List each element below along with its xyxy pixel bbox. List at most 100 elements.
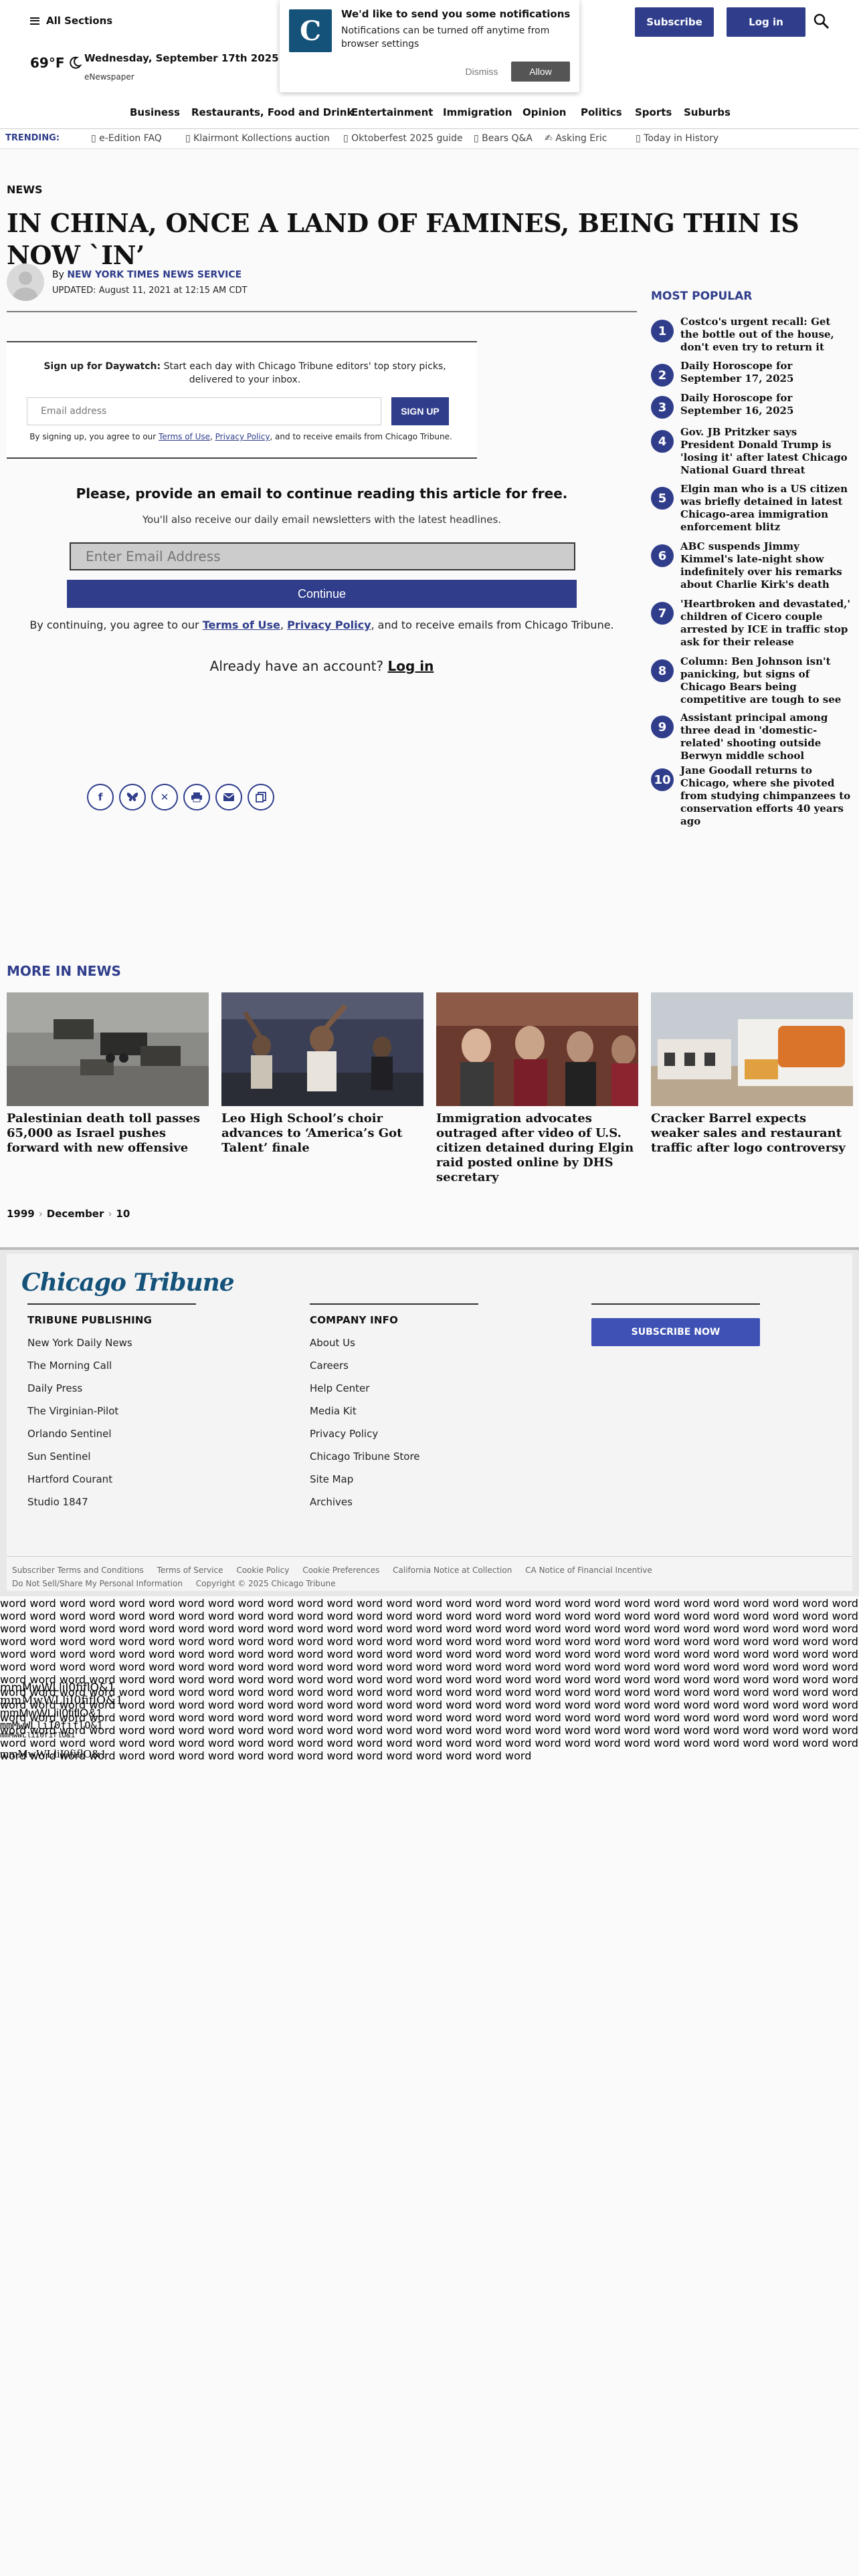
footer-link[interactable]: The Virginian-Pilot bbox=[27, 1405, 196, 1417]
popular-item[interactable]: 2 Daily Horoscope for September 17, 2025 bbox=[651, 360, 852, 387]
signup-button[interactable]: SIGN UP bbox=[391, 397, 449, 425]
chicago-tribune-logo[interactable]: Chicago Tribune bbox=[21, 1269, 235, 1297]
section-label[interactable]: NEWS bbox=[7, 183, 43, 196]
legal-link[interactable]: Terms of Service bbox=[157, 1566, 223, 1575]
footer-link[interactable]: Orlando Sentinel bbox=[27, 1428, 196, 1440]
search-icon[interactable] bbox=[812, 12, 831, 31]
filler-text: word word word word word word word word … bbox=[0, 1597, 858, 1762]
paywall-email-input[interactable] bbox=[70, 542, 575, 570]
footer-link[interactable]: Daily Press bbox=[27, 1382, 196, 1394]
nav-item-suburbs[interactable]: Suburbs bbox=[684, 106, 731, 118]
popular-item[interactable]: 10 Jane Goodall returns to Chicago, where… bbox=[651, 764, 852, 828]
terms-link[interactable]: Terms of Use bbox=[159, 432, 210, 441]
footer-link[interactable]: New York Daily News bbox=[27, 1337, 196, 1349]
login-button[interactable]: Log in bbox=[727, 7, 805, 37]
dismiss-button[interactable]: Dismiss bbox=[455, 62, 508, 82]
trending-item[interactable]: ▯ Oktoberfest 2025 guide bbox=[343, 133, 463, 144]
signup-text: Sign up for Daywatch: Start each day wit… bbox=[43, 361, 446, 385]
popular-item[interactable]: 5 Elgin man who is a US citizen was brief… bbox=[651, 483, 852, 534]
subscribe-button[interactable]: Subscribe bbox=[635, 7, 714, 37]
news-card[interactable]: Cracker Barrel expects weaker sales and … bbox=[651, 992, 853, 1156]
footer-col-title: COMPANY INFO bbox=[310, 1314, 399, 1326]
footer-link[interactable]: The Morning Call bbox=[27, 1360, 196, 1372]
legal-link[interactable]: California Notice at Collection bbox=[393, 1566, 512, 1575]
login-link[interactable]: Log in bbox=[387, 658, 434, 674]
news-card[interactable]: Immigration advocates outraged after vid… bbox=[436, 992, 638, 1185]
popular-item[interactable]: 6 ABC suspends Jimmy Kimmel's late-night … bbox=[651, 540, 852, 591]
news-card-image[interactable] bbox=[436, 992, 638, 1106]
popular-item[interactable]: 3 Daily Horoscope for September 16, 2025 bbox=[651, 392, 852, 419]
email-icon[interactable] bbox=[215, 784, 242, 811]
allow-button[interactable]: Allow bbox=[511, 62, 570, 82]
legal-link[interactable]: Subscriber Terms and Conditions bbox=[12, 1566, 144, 1575]
facebook-icon[interactable]: f bbox=[87, 784, 114, 811]
footer-link[interactable]: Chicago Tribune Store bbox=[310, 1451, 478, 1463]
privacy-link[interactable]: Privacy Policy bbox=[215, 432, 270, 441]
news-card-image[interactable] bbox=[7, 992, 209, 1106]
footer-link[interactable]: Sun Sentinel bbox=[27, 1451, 196, 1463]
article-headline: IN CHINA, ONCE A LAND OF FAMINES, BEING … bbox=[7, 208, 799, 270]
footer-link[interactable]: Hartford Courant bbox=[27, 1473, 196, 1485]
trending-item[interactable]: ▯ Bears Q&A bbox=[474, 133, 533, 144]
nav-item-sports[interactable]: Sports bbox=[635, 106, 672, 118]
popular-item[interactable]: 8 Column: Ben Johnson isn't panicking, bu… bbox=[651, 655, 852, 706]
print-icon[interactable] bbox=[183, 784, 210, 811]
footer-col-company-info: COMPANY INFO About Us Careers Help Cente… bbox=[310, 1303, 478, 1508]
notification-text: Notifications can be turned off anytime … bbox=[341, 25, 550, 49]
nav-item-opinion[interactable]: Opinion bbox=[522, 106, 566, 118]
nav-item-restaurants[interactable]: Restaurants, Food and Drink bbox=[191, 106, 353, 118]
author-link[interactable]: NEW YORK TIMES NEWS SERVICE bbox=[67, 270, 242, 280]
news-card-headline[interactable]: Leo High School’s choir advances to ‘Ame… bbox=[221, 1111, 423, 1156]
footer-link[interactable]: Privacy Policy bbox=[310, 1428, 478, 1440]
copy-link-icon[interactable] bbox=[248, 784, 274, 811]
bluesky-icon[interactable] bbox=[119, 784, 146, 811]
footer-link[interactable]: Archives bbox=[310, 1496, 478, 1508]
privacy-link[interactable]: Privacy Policy bbox=[287, 619, 371, 631]
news-card-headline[interactable]: Immigration advocates outraged after vid… bbox=[436, 1111, 638, 1185]
trending-item[interactable]: ▯ Klairmont Kollections auction bbox=[185, 133, 330, 144]
paywall-login: Already have an account? Log in bbox=[209, 658, 434, 674]
terms-link[interactable]: Terms of Use bbox=[203, 619, 280, 631]
popular-item[interactable]: 4 Gov. JB Pritzker says President Donald … bbox=[651, 426, 852, 477]
paywall-title: Please, provide an email to continue rea… bbox=[76, 486, 568, 502]
breadcrumb-item[interactable]: 1999 bbox=[7, 1208, 35, 1220]
signup-email-input[interactable] bbox=[27, 397, 381, 425]
news-card[interactable]: Palestinian death toll passes 65,000 as … bbox=[7, 992, 209, 1156]
news-card-headline[interactable]: Cracker Barrel expects weaker sales and … bbox=[651, 1111, 853, 1156]
nav-item-immigration[interactable]: Immigration bbox=[443, 106, 512, 118]
news-card-image[interactable] bbox=[651, 992, 853, 1106]
trending-item[interactable]: ▯ e-Edition FAQ bbox=[91, 133, 162, 144]
legal-link[interactable]: CA Notice of Financial Incentive bbox=[525, 1566, 652, 1575]
subscribe-now-button[interactable]: SUBSCRIBE NOW bbox=[591, 1318, 760, 1346]
footer-link[interactable]: Help Center bbox=[310, 1382, 478, 1394]
breadcrumb-item[interactable]: December bbox=[47, 1208, 104, 1220]
legal-link[interactable]: Cookie Preferences bbox=[302, 1566, 379, 1575]
footer-link[interactable]: Studio 1847 bbox=[27, 1496, 196, 1508]
popular-item[interactable]: 9 Assistant principal among three dead in… bbox=[651, 712, 852, 762]
trending-item[interactable]: ✍ Asking Eric bbox=[545, 133, 607, 144]
popular-item[interactable]: 1 Costco's urgent recall: Get the bottle … bbox=[651, 316, 852, 354]
legal-link[interactable]: Do Not Sell/Share My Personal Informatio… bbox=[12, 1579, 183, 1588]
footer-link[interactable]: Careers bbox=[310, 1360, 478, 1372]
weather-widget[interactable]: 69°F bbox=[30, 55, 82, 71]
footer-link[interactable]: About Us bbox=[310, 1337, 478, 1349]
news-card-headline[interactable]: Palestinian death toll passes 65,000 as … bbox=[7, 1111, 209, 1156]
popular-item[interactable]: 7 'Heartbroken and devastated,' children … bbox=[651, 598, 852, 649]
enewspaper-link[interactable]: eNewspaper bbox=[84, 72, 134, 82]
nav-item-politics[interactable]: Politics bbox=[581, 106, 622, 118]
breadcrumb-item[interactable]: 10 bbox=[116, 1208, 130, 1220]
nav-item-business[interactable]: Business bbox=[130, 106, 180, 118]
continue-button[interactable]: Continue bbox=[67, 580, 577, 608]
avatar-placeholder-icon bbox=[13, 272, 37, 301]
x-icon[interactable]: ✕ bbox=[151, 784, 178, 811]
trending-item[interactable]: ▯ Today in History bbox=[636, 133, 719, 144]
footer-panel: Chicago Tribune TRIBUNE PUBLISHING New Y… bbox=[7, 1254, 852, 1591]
news-card[interactable]: Leo High School’s choir advances to ‘Ame… bbox=[221, 992, 423, 1156]
all-sections-button[interactable]: All Sections bbox=[30, 15, 112, 27]
footer-link[interactable]: Media Kit bbox=[310, 1405, 478, 1417]
footer-link[interactable]: Site Map bbox=[310, 1473, 478, 1485]
news-card-image[interactable] bbox=[221, 992, 423, 1106]
nav-item-entertainment[interactable]: Entertainment bbox=[351, 106, 433, 118]
most-popular-title: MOST POPULAR bbox=[651, 290, 753, 303]
legal-link[interactable]: Cookie Policy bbox=[236, 1566, 289, 1575]
